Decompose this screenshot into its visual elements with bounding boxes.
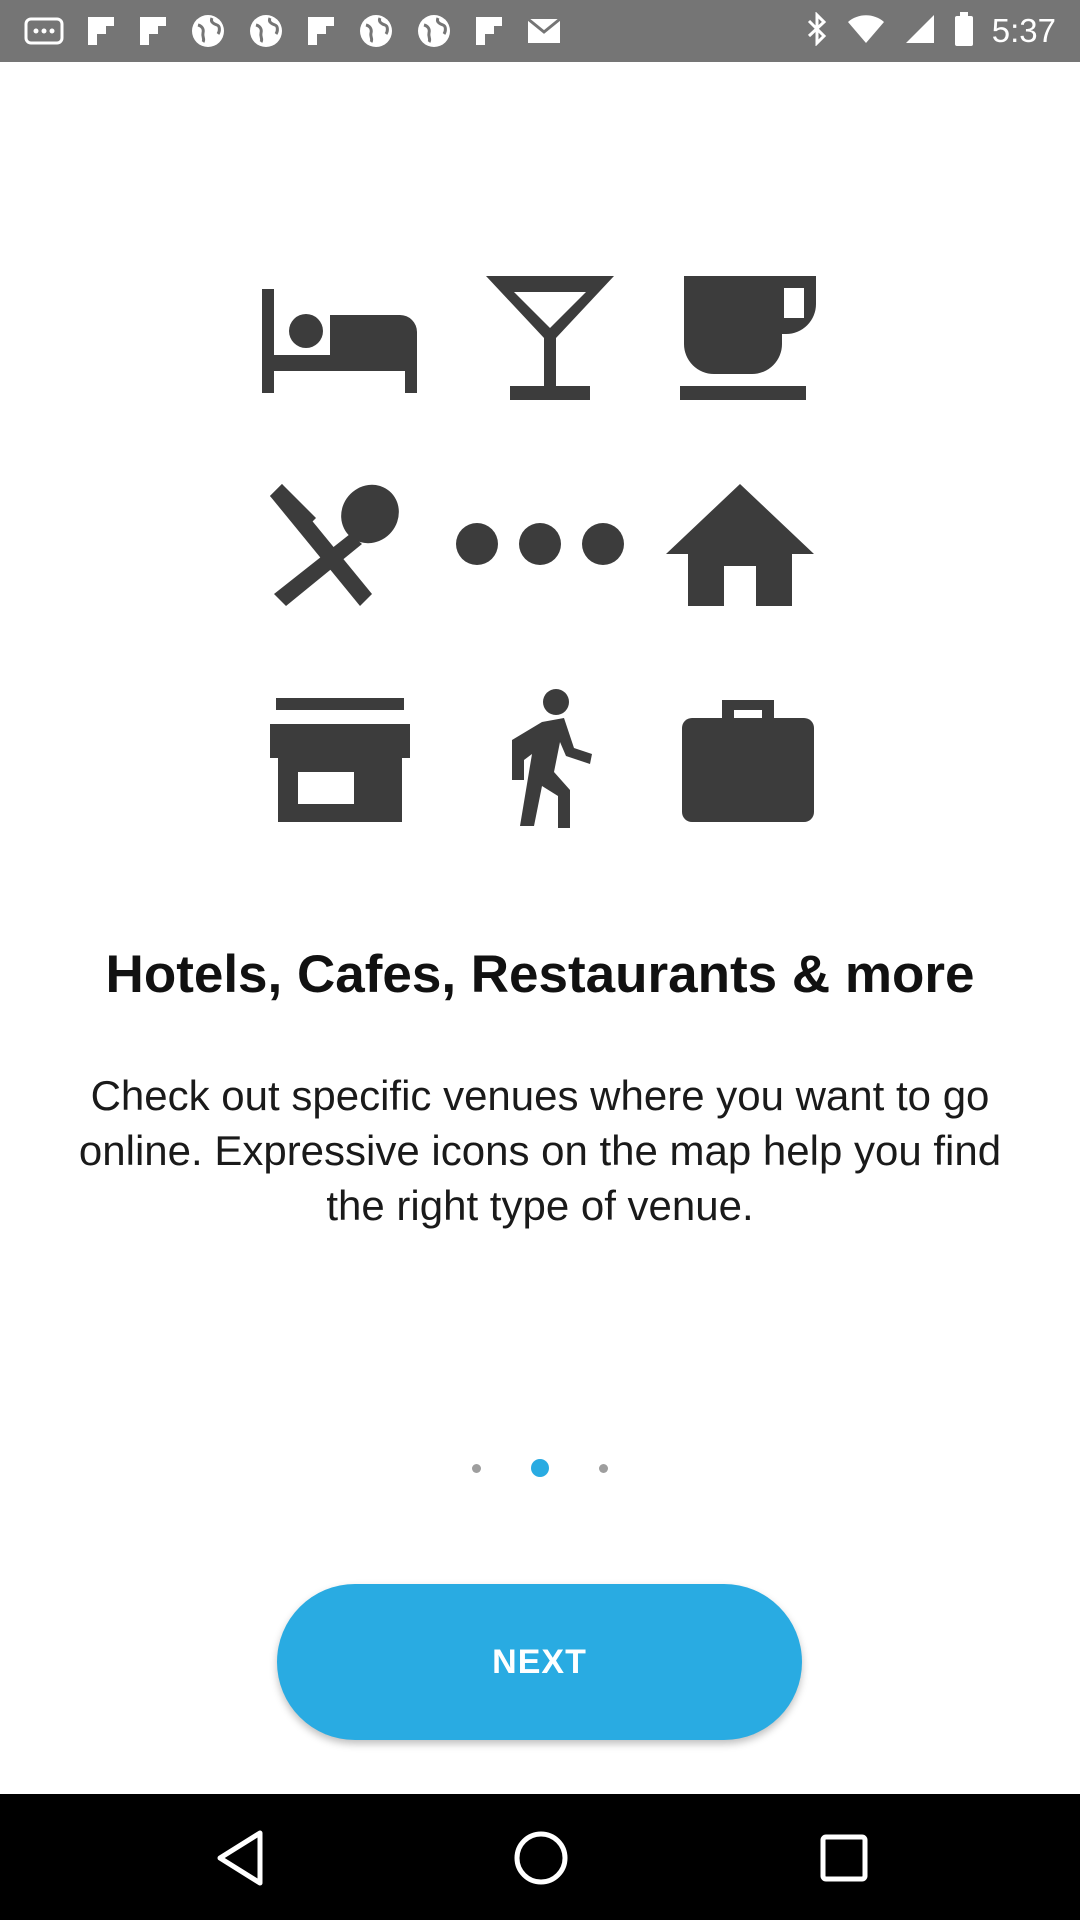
flipboard-icon <box>306 15 336 47</box>
flipboard-icon <box>138 15 168 47</box>
onboarding-title: Hotels, Cafes, Restaurants & more <box>105 945 975 1004</box>
wifi-icon <box>846 13 886 50</box>
more-icon <box>24 15 64 47</box>
bed-icon <box>262 285 417 393</box>
more-dots-icon <box>455 522 625 566</box>
globe-icon <box>190 13 226 49</box>
briefcase-icon <box>682 698 814 822</box>
fork-spoon-icon <box>266 482 402 606</box>
recents-icon[interactable] <box>819 1829 869 1887</box>
page-indicator <box>0 1456 1080 1480</box>
globe-icon <box>358 13 394 49</box>
system-icons: 5:37 <box>806 10 1056 51</box>
back-icon[interactable] <box>214 1829 264 1887</box>
flipboard-icon <box>474 15 504 47</box>
flipboard-icon <box>86 15 116 47</box>
globe-icon <box>248 13 284 49</box>
status-time: 5:37 <box>991 12 1056 49</box>
coffee-cup-icon <box>680 276 820 400</box>
battery-icon <box>954 11 974 51</box>
next-button[interactable]: NEXT <box>277 1584 802 1740</box>
home-icon[interactable] <box>513 1829 569 1887</box>
signal-icon <box>904 13 936 50</box>
mail-icon <box>526 16 562 46</box>
home-icon <box>666 484 814 606</box>
cocktail-icon <box>486 276 614 400</box>
storefront-icon <box>270 698 410 822</box>
globe-icon <box>416 13 452 49</box>
onboarding-description: Check out specific venues where you want… <box>78 1072 1002 1229</box>
walking-person-icon <box>502 688 602 828</box>
page-dot-active[interactable] <box>531 1459 549 1477</box>
page-dot[interactable] <box>472 1463 481 1473</box>
navigation-bar <box>0 1794 1080 1920</box>
page-dot[interactable] <box>599 1463 608 1473</box>
notification-icons <box>24 13 562 49</box>
bluetooth-icon <box>806 10 828 51</box>
status-bar: 5:37 <box>0 0 1080 62</box>
venue-icon-grid <box>250 260 830 850</box>
